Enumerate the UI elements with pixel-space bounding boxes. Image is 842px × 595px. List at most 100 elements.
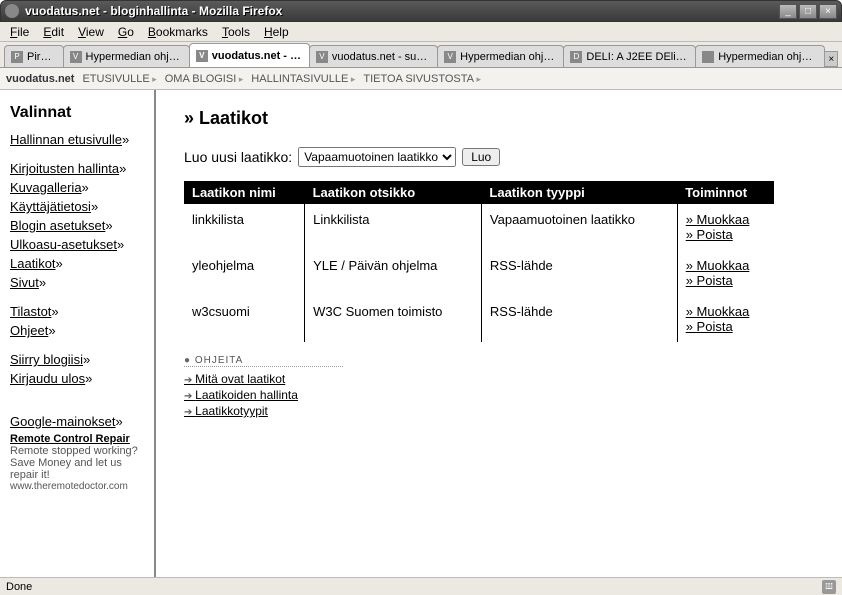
column-header: Laatikon nimi bbox=[184, 181, 305, 204]
delete-link[interactable]: Poista bbox=[686, 227, 766, 242]
tab-label: DELI: A J2EE DElivery c... bbox=[586, 51, 689, 63]
browser-tab[interactable]: P Pirkka.fi bbox=[4, 45, 64, 67]
maximize-button[interactable]: □ bbox=[799, 4, 817, 19]
nav-item[interactable]: HALLINTASIVULLE bbox=[251, 73, 355, 85]
sidebar-link[interactable]: Kirjaudu ulos bbox=[10, 371, 144, 386]
google-ads-label[interactable]: Google-mainokset bbox=[10, 414, 144, 429]
cell-actions: MuokkaaPoista bbox=[677, 296, 774, 342]
firefox-icon bbox=[5, 4, 19, 18]
favicon: V bbox=[316, 51, 328, 63]
tab-label: Hypermedian ohjelmoin... bbox=[718, 51, 818, 63]
sidebar-link[interactable]: Kuvagalleria bbox=[10, 180, 144, 195]
edit-link[interactable]: Muokkaa bbox=[686, 304, 766, 319]
cell-name: w3csuomi bbox=[184, 296, 305, 342]
menu-bar: FileEditViewGoBookmarksToolsHelp bbox=[0, 22, 842, 42]
sidebar-link[interactable]: Käyttäjätietosi bbox=[10, 199, 144, 214]
ad-url[interactable]: www.theremotedoctor.com bbox=[10, 481, 144, 492]
edit-link[interactable]: Muokkaa bbox=[686, 212, 766, 227]
nav-item[interactable]: TIETOA SIVUSTOSTA bbox=[363, 73, 481, 85]
create-box-label: Luo uusi laatikko: bbox=[184, 149, 292, 165]
table-row: yleohjelmaYLE / Päivän ohjelmaRSS-lähdeM… bbox=[184, 250, 774, 296]
sidebar: Valinnat Hallinnan etusivulle Kirjoituste… bbox=[0, 90, 156, 577]
minimize-button[interactable]: _ bbox=[779, 4, 797, 19]
status-bar: Done 𝍔 bbox=[0, 577, 842, 595]
rss-icon[interactable]: 𝍔 bbox=[822, 580, 836, 594]
status-text: Done bbox=[6, 581, 32, 593]
box-type-select[interactable]: Vapaamuotoinen laatikko bbox=[298, 147, 456, 167]
browser-tab[interactable]: V Hypermedian ohjelmointi bbox=[437, 45, 564, 67]
sidebar-link[interactable]: Hallinnan etusivulle bbox=[10, 132, 144, 147]
delete-link[interactable]: Poista bbox=[686, 319, 766, 334]
column-header: Laatikon otsikko bbox=[305, 181, 482, 204]
menu-file[interactable]: File bbox=[4, 23, 35, 41]
help-box: OHJEITA Mitä ovat laatikotLaatikoiden ha… bbox=[184, 352, 814, 419]
tab-close-button[interactable]: × bbox=[824, 51, 838, 67]
table-row: w3csuomiW3C Suomen toimistoRSS-lähdeMuok… bbox=[184, 296, 774, 342]
cell-type: RSS-lähde bbox=[481, 250, 677, 296]
create-button[interactable]: Luo bbox=[462, 148, 500, 166]
column-header: Laatikon tyyppi bbox=[481, 181, 677, 204]
tab-label: Hypermedian ohjelmointi bbox=[460, 51, 557, 63]
cell-actions: MuokkaaPoista bbox=[677, 204, 774, 250]
help-link[interactable]: Mitä ovat laatikot bbox=[184, 371, 814, 387]
ad-title[interactable]: Remote Control Repair bbox=[10, 433, 144, 445]
menu-go[interactable]: Go bbox=[112, 23, 140, 41]
edit-link[interactable]: Muokkaa bbox=[686, 258, 766, 273]
browser-tab[interactable]: Vvuodatus.net - suomala... bbox=[309, 45, 438, 67]
favicon bbox=[702, 51, 714, 63]
browser-tab[interactable]: D DELI: A J2EE DElivery c... bbox=[563, 45, 696, 67]
main-content: » Laatikot Luo uusi laatikko: Vapaamuoto… bbox=[156, 90, 842, 577]
menu-tools[interactable]: Tools bbox=[216, 23, 256, 41]
page-title: » Laatikot bbox=[184, 108, 814, 129]
sidebar-link[interactable]: Ohjeet bbox=[10, 323, 144, 338]
cell-type: Vapaamuotoinen laatikko bbox=[481, 204, 677, 250]
site-brand[interactable]: vuodatus.net bbox=[6, 73, 74, 85]
sidebar-ad: Remote Control Repair Remote stopped wor… bbox=[10, 433, 144, 492]
nav-item[interactable]: OMA BLOGISI bbox=[165, 73, 244, 85]
favicon: V bbox=[196, 50, 208, 62]
cell-title: W3C Suomen toimisto bbox=[305, 296, 482, 342]
table-row: linkkilistaLinkkilistaVapaamuotoinen laa… bbox=[184, 204, 774, 250]
sidebar-link[interactable]: Kirjoitusten hallinta bbox=[10, 161, 144, 176]
delete-link[interactable]: Poista bbox=[686, 273, 766, 288]
cell-name: linkkilista bbox=[184, 204, 305, 250]
cell-actions: MuokkaaPoista bbox=[677, 250, 774, 296]
cell-title: Linkkilista bbox=[305, 204, 482, 250]
column-header: Toiminnot bbox=[677, 181, 774, 204]
window-title: vuodatus.net - bloginhallinta - Mozilla … bbox=[25, 4, 779, 18]
cell-name: yleohjelma bbox=[184, 250, 305, 296]
favicon: V bbox=[70, 51, 82, 63]
favicon: P bbox=[11, 51, 23, 63]
tab-label: vuodatus.net - suomala... bbox=[332, 51, 431, 63]
sidebar-link[interactable]: Ulkoasu-asetukset bbox=[10, 237, 144, 252]
menu-edit[interactable]: Edit bbox=[37, 23, 70, 41]
menu-view[interactable]: View bbox=[72, 23, 110, 41]
window-titlebar: vuodatus.net - bloginhallinta - Mozilla … bbox=[0, 0, 842, 22]
cell-type: RSS-lähde bbox=[481, 296, 677, 342]
sidebar-heading: Valinnat bbox=[10, 104, 144, 122]
boxes-table: Laatikon nimiLaatikon otsikkoLaatikon ty… bbox=[184, 181, 774, 342]
tab-label: vuodatus.net - blogi... bbox=[212, 50, 303, 62]
help-link[interactable]: Laatikkotyypit bbox=[184, 403, 814, 419]
sidebar-link[interactable]: Blogin asetukset bbox=[10, 218, 144, 233]
sidebar-link[interactable]: Siirry blogiisi bbox=[10, 352, 144, 367]
help-heading: OHJEITA bbox=[184, 355, 343, 367]
ad-description: Remote stopped working? Save Money and l… bbox=[10, 445, 144, 481]
sidebar-link[interactable]: Laatikot bbox=[10, 256, 144, 271]
tab-strip: P Pirkka.fi V Hypermedian ohjelmointi Vvuoda… bbox=[0, 42, 842, 68]
tab-label: Hypermedian ohjelmointi bbox=[86, 51, 183, 63]
sidebar-link[interactable]: Sivut bbox=[10, 275, 144, 290]
cell-title: YLE / Päivän ohjelma bbox=[305, 250, 482, 296]
browser-tab[interactable]: Hypermedian ohjelmoin... bbox=[695, 45, 825, 67]
menu-bookmarks[interactable]: Bookmarks bbox=[142, 23, 214, 41]
browser-tab[interactable]: V Hypermedian ohjelmointi bbox=[63, 45, 190, 67]
browser-tab[interactable]: Vvuodatus.net - blogi... bbox=[189, 43, 310, 67]
nav-item[interactable]: ETUSIVULLE bbox=[82, 73, 156, 85]
close-button[interactable]: × bbox=[819, 4, 837, 19]
sidebar-link[interactable]: Tilastot bbox=[10, 304, 144, 319]
favicon: V bbox=[444, 51, 456, 63]
tab-label: Pirkka.fi bbox=[27, 51, 57, 63]
menu-help[interactable]: Help bbox=[258, 23, 295, 41]
help-link[interactable]: Laatikoiden hallinta bbox=[184, 387, 814, 403]
favicon: D bbox=[570, 51, 582, 63]
